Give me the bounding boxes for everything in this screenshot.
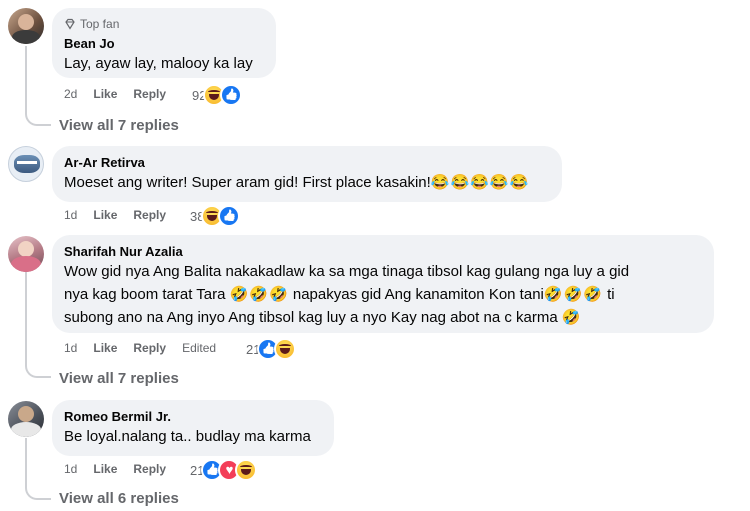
- reply-button[interactable]: Reply: [133, 208, 166, 222]
- top-fan-badge: Top fan: [64, 16, 264, 32]
- view-replies-link[interactable]: View all 6 replies: [59, 489, 179, 509]
- haha-icon: [274, 338, 297, 360]
- like-icon: [220, 84, 243, 106]
- timestamp[interactable]: 1d: [64, 208, 77, 222]
- reply-button[interactable]: Reply: [133, 341, 166, 355]
- comment-text: Moeset ang writer! Super aram gid! First…: [64, 174, 530, 191]
- like-button[interactable]: Like: [93, 341, 117, 355]
- commenter-name[interactable]: Ar-Ar Retirva: [64, 154, 550, 171]
- reply-button[interactable]: Reply: [133, 462, 166, 476]
- comment-bubble: Sharifah Nur Azalia Wow gid nya Ang Bali…: [52, 235, 714, 333]
- edited-label: Edited: [182, 341, 217, 355]
- thread-connector: [25, 96, 51, 126]
- thread-line: [25, 46, 27, 96]
- thread-line: [25, 438, 27, 470]
- comment-actions: 2d Like Reply: [64, 84, 182, 104]
- comment-actions: 1d Like Reply: [64, 205, 182, 225]
- timestamp[interactable]: 1d: [64, 341, 77, 355]
- thread-connector: [25, 470, 51, 500]
- reply-button[interactable]: Reply: [133, 87, 166, 101]
- thread-connector: [25, 348, 51, 378]
- emoji-sequence: 😂😂😂😂😂: [430, 174, 530, 191]
- comment-text: Lay, ayaw lay, malooy ka lay: [64, 55, 253, 72]
- emoji-sequence: 🤣🤣🤣: [229, 286, 289, 303]
- view-replies-link[interactable]: View all 7 replies: [59, 116, 179, 136]
- commenter-name[interactable]: Romeo Bermil Jr.: [64, 408, 322, 425]
- reaction-summary[interactable]: 21: [190, 459, 258, 481]
- reaction-summary[interactable]: 21: [246, 338, 297, 360]
- comment-text: Wow gid nya Ang Balita nakakadlaw ka sa …: [64, 263, 630, 326]
- like-button[interactable]: Like: [93, 462, 117, 476]
- haha-icon: [235, 459, 258, 481]
- comment-bubble: Top fan Bean Jo Lay, ayaw lay, malooy ka…: [52, 8, 276, 78]
- badge-label: Top fan: [80, 17, 120, 31]
- avatar[interactable]: [8, 8, 44, 44]
- comment-text: Be loyal.nalang ta.. budlay ma karma: [64, 428, 311, 445]
- avatar[interactable]: [8, 236, 44, 272]
- thread-line: [25, 272, 27, 348]
- reaction-summary[interactable]: 92: [192, 84, 243, 106]
- avatar[interactable]: [8, 401, 44, 437]
- comment-bubble: Romeo Bermil Jr. Be loyal.nalang ta.. bu…: [52, 400, 334, 456]
- comment-bubble: Ar-Ar Retirva Moeset ang writer! Super a…: [52, 146, 562, 202]
- like-button[interactable]: Like: [93, 208, 117, 222]
- emoji-sequence: 🤣🤣🤣: [543, 286, 603, 303]
- timestamp[interactable]: 1d: [64, 462, 77, 476]
- like-icon: [218, 205, 241, 227]
- commenter-name[interactable]: Bean Jo: [64, 35, 264, 52]
- commenter-name[interactable]: Sharifah Nur Azalia: [64, 243, 702, 260]
- avatar[interactable]: [8, 146, 44, 182]
- like-button[interactable]: Like: [93, 87, 117, 101]
- diamond-icon: [65, 18, 75, 30]
- reaction-summary[interactable]: 38: [190, 205, 241, 227]
- comment-actions: 1d Like Reply Edited: [64, 338, 232, 358]
- comment-actions: 1d Like Reply: [64, 459, 182, 479]
- emoji-sequence: 🤣: [561, 309, 582, 326]
- timestamp[interactable]: 2d: [64, 87, 77, 101]
- view-replies-link[interactable]: View all 7 replies: [59, 369, 179, 389]
